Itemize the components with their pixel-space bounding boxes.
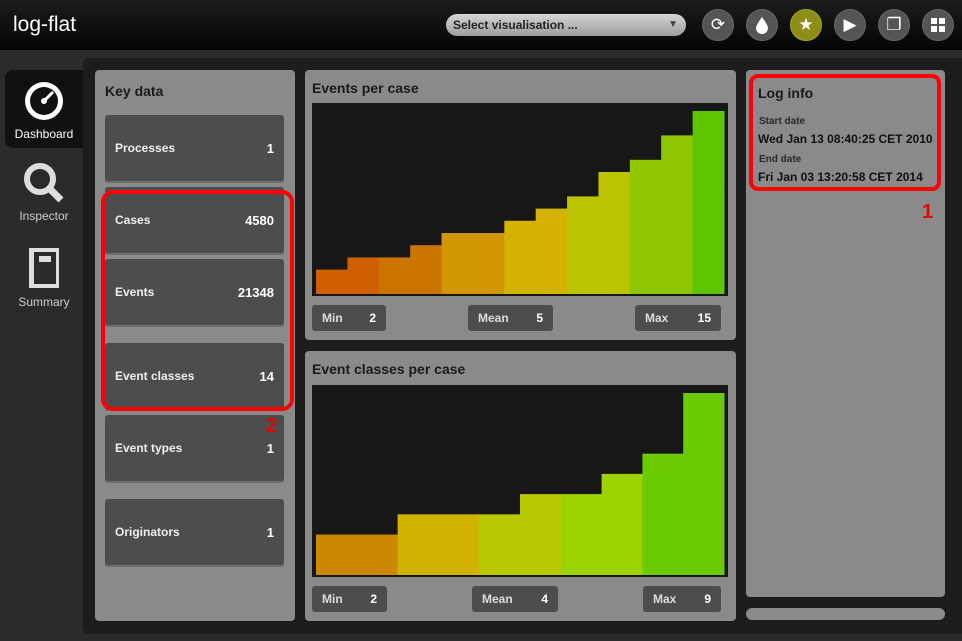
chart-bar (378, 257, 411, 294)
events-per-case-chart (312, 103, 728, 296)
events-mean-stat: Mean 5 (468, 305, 553, 331)
sidebar-item-summary[interactable]: Summary (5, 246, 83, 316)
stat-label: Mean (478, 311, 509, 325)
play-button[interactable]: ▶ (834, 9, 866, 41)
chart-bar (410, 245, 443, 294)
visualisation-select[interactable]: Select visualisation ... ▼ (446, 14, 686, 36)
speedometer-icon (25, 82, 63, 120)
key-data-label: Event types (115, 441, 183, 455)
events-max-stat: Max 15 (635, 305, 721, 331)
copy-icon: ❐ (886, 15, 902, 34)
copy-button[interactable]: ❐ (878, 9, 910, 41)
events-per-case-panel: Events per case Min 2 Mean 5 Max 15 (305, 70, 736, 340)
chart-bar (629, 159, 662, 294)
favourite-button[interactable]: ★ (790, 9, 822, 41)
key-data-processes[interactable]: Processes 1 (105, 115, 284, 183)
event-classes-per-case-title: Event classes per case (312, 361, 466, 377)
callout-2: 2 (266, 415, 278, 437)
classes-max-stat: Max 9 (643, 586, 721, 612)
sidebar-item-label: Summary (18, 295, 70, 309)
chart-bar (397, 514, 439, 575)
chart-bar (356, 534, 399, 575)
events-min-stat: Min 2 (312, 305, 386, 331)
sidebar-item-inspector[interactable]: Inspector (5, 162, 83, 232)
stat-value: 2 (369, 311, 376, 325)
chevron-down-icon: ▼ (668, 19, 678, 30)
chart-bar (661, 135, 694, 294)
grid-icon (931, 18, 945, 32)
refresh-button[interactable]: ⟳ (702, 9, 734, 41)
event-classes-per-case-panel: Event classes per case Min 2 Mean 4 Max … (305, 351, 736, 621)
sidebar-item-label: Inspector (19, 209, 69, 223)
key-data-value: 1 (266, 525, 274, 540)
chart-bar (347, 257, 380, 294)
stat-value: 9 (704, 592, 711, 606)
top-bar: log-flat Select visualisation ... ▼ ⟳ ★ … (0, 0, 962, 50)
stat-label: Min (322, 592, 343, 606)
chart-bar (316, 534, 358, 575)
stat-value: 15 (697, 311, 711, 325)
event-classes-per-case-chart (312, 385, 728, 577)
key-data-value: 1 (266, 141, 274, 156)
chart-bar (642, 453, 684, 575)
app-title: log-flat (13, 13, 77, 36)
chart-bar (601, 473, 643, 575)
chart-bar (683, 393, 725, 575)
chart-bar (692, 111, 725, 294)
refresh-icon: ⟳ (710, 15, 726, 34)
key-data-originators[interactable]: Originators 1 (105, 499, 284, 567)
stat-label: Min (322, 311, 343, 325)
stat-value: 4 (541, 592, 548, 606)
events-per-case-title: Events per case (312, 80, 419, 96)
chart-bar (441, 233, 474, 294)
key-data-event-types[interactable]: Event types 1 (105, 415, 284, 483)
chart-bar (598, 172, 631, 294)
chart-bar (479, 514, 521, 575)
chart-bar (560, 494, 603, 575)
chart-bar (438, 514, 480, 575)
classes-mean-stat: Mean 4 (472, 586, 558, 612)
events-per-case-svg (316, 111, 725, 294)
chart-bar (472, 233, 505, 294)
play-icon: ▶ (843, 15, 857, 34)
callout-1: 1 (922, 201, 934, 223)
sidebar-item-label: Dashboard (14, 127, 74, 141)
stat-label: Max (645, 311, 669, 325)
event-classes-per-case-svg (316, 393, 725, 575)
star-icon: ★ (798, 15, 814, 34)
drop-icon (756, 17, 768, 34)
chart-bar (504, 220, 537, 294)
drop-button[interactable] (746, 9, 778, 41)
notebook-icon (29, 248, 59, 288)
sidebar-item-dashboard[interactable]: Dashboard (5, 70, 83, 148)
grid-button[interactable] (922, 9, 954, 41)
stat-label: Mean (482, 592, 513, 606)
highlight-box-2 (101, 190, 294, 411)
chart-bar (316, 269, 348, 294)
stat-value: 5 (536, 311, 543, 325)
key-data-title: Key data (105, 83, 164, 99)
stat-value: 2 (370, 592, 377, 606)
sidebar: Dashboard Inspector Summary (0, 50, 83, 641)
key-data-label: Processes (115, 141, 176, 155)
key-data-value: 1 (266, 441, 274, 456)
key-data-label: Originators (115, 525, 180, 539)
highlight-box-1 (749, 74, 941, 191)
stat-label: Max (653, 592, 677, 606)
magnifier-icon (24, 163, 64, 203)
horizontal-scrollbar[interactable] (746, 608, 945, 620)
chart-bar (520, 494, 562, 575)
chart-bar (535, 208, 568, 294)
chart-bar (567, 196, 599, 294)
visualisation-select-label: Select visualisation ... (453, 18, 578, 32)
classes-min-stat: Min 2 (312, 586, 387, 612)
